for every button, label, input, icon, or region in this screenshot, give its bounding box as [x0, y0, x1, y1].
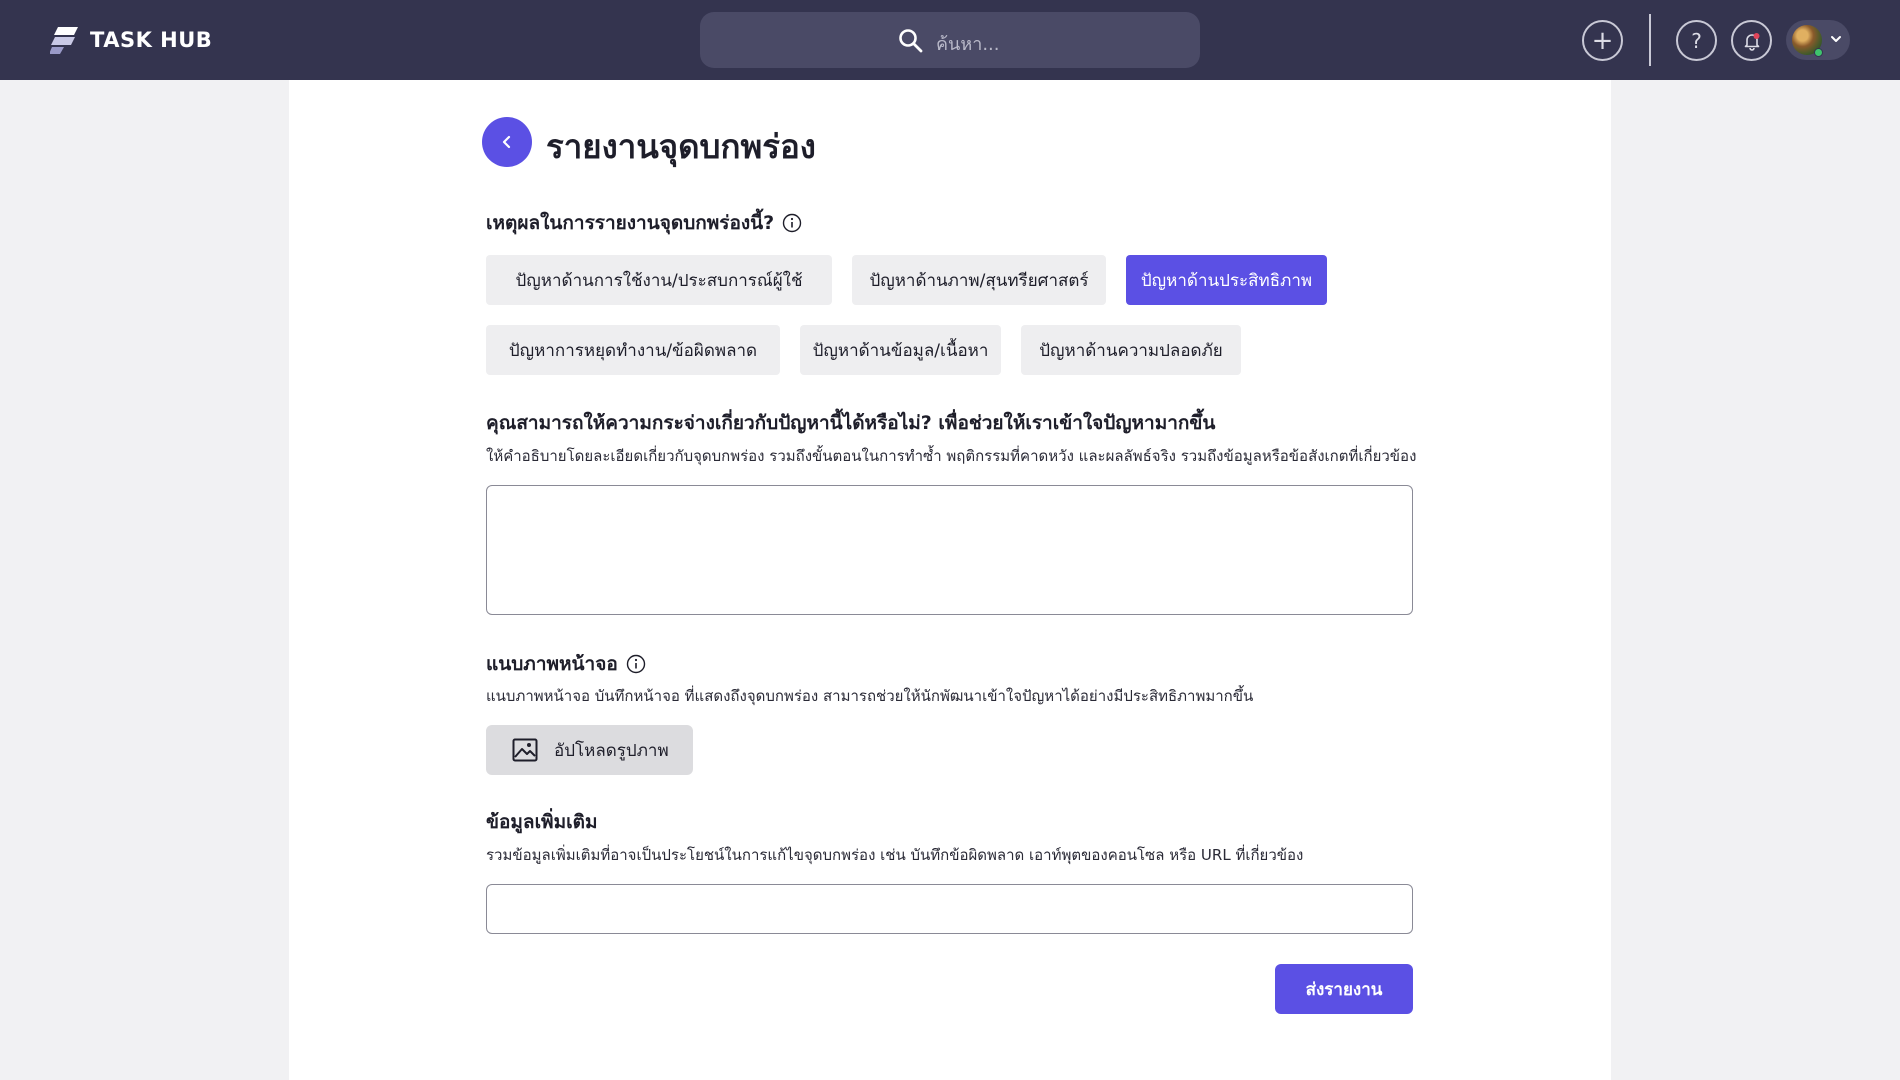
chevron-down-icon	[1831, 36, 1841, 42]
reason-option-label: ปัญหาด้านข้อมูล/เนื้อหา	[812, 340, 989, 361]
add-button[interactable]: +	[1582, 20, 1623, 61]
search-bar[interactable]: ค้นหา...	[700, 12, 1200, 68]
search-input[interactable]: ค้นหา...	[936, 29, 999, 58]
bell-icon	[1744, 32, 1759, 51]
screenshot-label-text: แนบภาพหน้าจอ	[486, 653, 618, 675]
description-textarea[interactable]	[486, 485, 1413, 615]
profile-menu[interactable]	[1786, 20, 1850, 60]
additional-info-help-text: รวมข้อมูลเพิ่มเติมที่อาจเป็นประโยชน์ในกา…	[486, 846, 1304, 864]
submit-report-label: ส่งรายงาน	[1305, 979, 1383, 1000]
online-status-dot	[1814, 48, 1823, 57]
description-label: คุณสามารถให้ความกระจ่างเกี่ยวกับปัญหานี้…	[486, 412, 1216, 434]
additional-info-input[interactable]	[486, 884, 1413, 934]
upload-image-label: อัปโหลดรูปภาพ	[554, 740, 669, 761]
reason-option-label: ปัญหาด้านภาพ/สุนทรียศาสตร์	[869, 270, 1089, 291]
notifications-button[interactable]	[1731, 20, 1772, 61]
reason-option-performance[interactable]: ปัญหาด้านประสิทธิภาพ	[1126, 255, 1327, 305]
page-title: รายงานจุดบกพร่อง	[546, 127, 816, 166]
additional-info-label: ข้อมูลเพิ่มเติม	[486, 811, 598, 833]
reason-option-label: ปัญหาด้านการใช้งาน/ประสบการณ์ผู้ใช้	[515, 270, 803, 291]
plus-icon: +	[1591, 25, 1614, 56]
logo-icon	[50, 27, 78, 54]
question-icon: ?	[1691, 28, 1702, 53]
upload-image-button[interactable]: อัปโหลดรูปภาพ	[486, 725, 693, 775]
description-help-text: ให้คำอธิบายโดยละเอียดเกี่ยวกับจุดบกพร่อง…	[486, 447, 1417, 465]
reason-label: เหตุผลในการรายงานจุดบกพร่องนี้?	[486, 208, 802, 238]
chevron-left-icon	[502, 135, 511, 149]
app-logo[interactable]: TASK HUB	[50, 25, 212, 55]
submit-report-button[interactable]: ส่งรายงาน	[1275, 964, 1413, 1014]
header-divider	[1649, 14, 1651, 66]
app-name: TASK HUB	[90, 28, 213, 52]
reason-option-label: ปัญหาด้านความปลอดภัย	[1039, 340, 1223, 361]
info-icon[interactable]	[782, 213, 802, 233]
screenshot-help-text: แนบภาพหน้าจอ บันทึกหน้าจอ ที่แสดงถึงจุดบ…	[486, 687, 1254, 705]
reason-option-security[interactable]: ปัญหาด้านความปลอดภัย	[1021, 325, 1241, 375]
image-icon	[512, 738, 538, 762]
reason-option-visual[interactable]: ปัญหาด้านภาพ/สุนทรียศาสตร์	[852, 255, 1106, 305]
search-icon	[899, 29, 923, 53]
reason-option-crash[interactable]: ปัญหาการหยุดทำงาน/ข้อผิดพลาด	[486, 325, 780, 375]
reason-option-label: ปัญหาด้านประสิทธิภาพ	[1140, 270, 1313, 291]
reason-option-label: ปัญหาการหยุดทำงาน/ข้อผิดพลาด	[508, 340, 758, 361]
reason-option-data[interactable]: ปัญหาด้านข้อมูล/เนื้อหา	[800, 325, 1001, 375]
screenshot-label: แนบภาพหน้าจอ	[486, 649, 646, 679]
reason-label-text: เหตุผลในการรายงานจุดบกพร่องนี้?	[486, 212, 775, 234]
back-button[interactable]	[482, 117, 532, 167]
info-icon[interactable]	[626, 654, 646, 674]
help-button[interactable]: ?	[1676, 20, 1717, 61]
reason-option-usability[interactable]: ปัญหาด้านการใช้งาน/ประสบการณ์ผู้ใช้	[486, 255, 832, 305]
top-bar: TASK HUB ค้นหา... + ?	[0, 0, 1900, 80]
